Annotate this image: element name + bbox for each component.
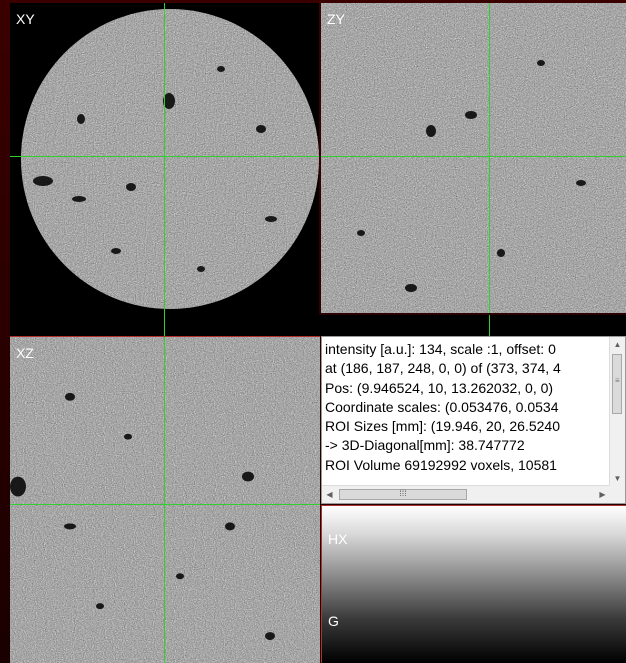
zy-crosshair-extension [489, 315, 490, 336]
vertical-scroll-thumb[interactable]: ≡ [612, 354, 622, 414]
xy-slice-view[interactable]: XY [10, 3, 319, 315]
xz-slice-image[interactable] [10, 337, 320, 663]
xz-crosshair-horizontal[interactable] [10, 504, 320, 505]
xy-crosshair-extension [164, 315, 165, 336]
arrow-up-icon[interactable]: ▲ [610, 337, 625, 352]
xz-crosshair-vertical[interactable] [164, 337, 165, 663]
grip-icon: ≡ [615, 376, 620, 385]
xy-view-label: XY [16, 11, 35, 27]
horizontal-scroll-thumb[interactable]: ⁞⁞⁞ [339, 489, 467, 500]
voxel-info-text[interactable]: intensity [a.u.]: 134, scale :1, offset:… [325, 340, 610, 485]
zy-slice-view[interactable]: ZY [321, 3, 626, 313]
info-line-position: Pos: (9.946524, 10, 13.262032, 0, 0) [325, 379, 554, 396]
zy-crosshair-horizontal[interactable] [321, 156, 626, 157]
info-line-diagonal: -> 3D-Diagonal[mm]: 38.747772 [325, 437, 525, 454]
zy-view-label: ZY [327, 11, 345, 27]
xy-slice-texture [21, 9, 319, 309]
histogram-panel[interactable]: HX G [321, 505, 626, 663]
info-line-position-index: at (186, 187, 248, 0, 0) of (373, 374, 4 [325, 360, 561, 377]
histogram-label-hx: HX [328, 531, 348, 547]
xy-slice-image[interactable] [21, 9, 319, 309]
histogram-label-g: G [328, 613, 339, 629]
info-line-roi-sizes: ROI Sizes [mm]: (19.946, 20, 26.5240 [325, 418, 561, 435]
zy-slice-image[interactable] [321, 3, 626, 313]
scrollbar-corner [610, 486, 625, 503]
info-line-intensity: intensity [a.u.]: 134, scale :1, offset:… [325, 341, 556, 357]
info-line-coordinate-scales: Coordinate scales: (0.053476, 0.0534 [325, 398, 559, 415]
pane-separator [10, 315, 626, 336]
voxel-info-panel[interactable]: intensity [a.u.]: 134, scale :1, offset:… [321, 336, 626, 504]
xz-view-label: XZ [16, 345, 34, 361]
arrow-down-icon[interactable]: ▼ [610, 471, 625, 486]
xz-slice-view[interactable]: XZ [10, 336, 320, 663]
info-horizontal-scrollbar[interactable]: ◀ ⁞⁞⁞ ▶ [322, 485, 610, 503]
zy-crosshair-vertical[interactable] [489, 3, 490, 313]
volume-viewer: XY ZY XZ intensity [a.u.]: 134, scale:1… [0, 0, 626, 663]
info-vertical-scrollbar[interactable]: ▲ ≡ ▼ [609, 337, 625, 486]
grip-icon: ⁞⁞⁞ [399, 488, 407, 498]
xy-crosshair-vertical[interactable] [164, 3, 165, 315]
arrow-right-icon[interactable]: ▶ [595, 486, 610, 503]
arrow-left-icon[interactable]: ◀ [322, 486, 337, 503]
info-line-roi-volume: ROI Volume 69192992 voxels, 10581 [325, 456, 557, 473]
